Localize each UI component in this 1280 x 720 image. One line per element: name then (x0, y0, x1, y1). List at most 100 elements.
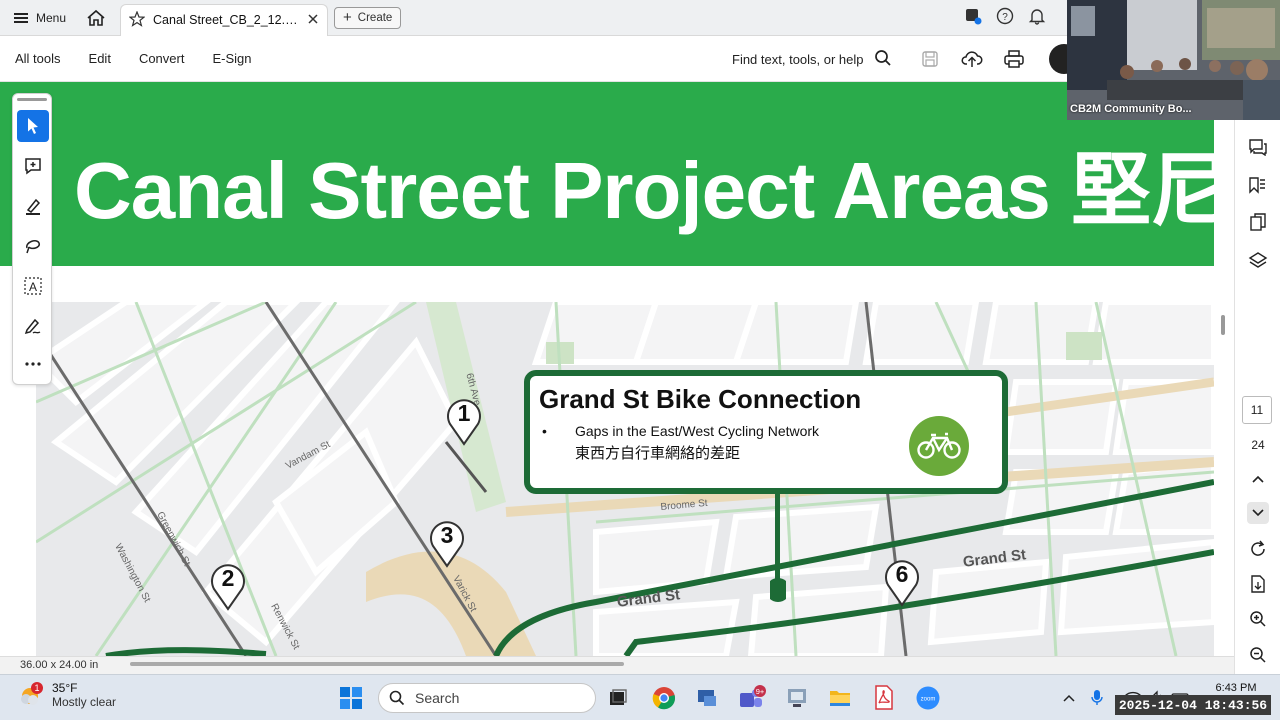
vertical-scrollbar[interactable] (1221, 315, 1225, 335)
help-icon[interactable]: ? (996, 7, 1014, 30)
recording-datestamp: 2025-12-04 18:43:56 (1115, 695, 1271, 715)
pin-number: 1 (457, 400, 471, 426)
close-icon[interactable] (307, 13, 319, 28)
microphone-icon[interactable] (1082, 683, 1112, 713)
menu-button[interactable]: Menu (0, 0, 80, 36)
remote-desktop-icon[interactable] (692, 683, 722, 713)
svg-text:A: A (29, 280, 37, 294)
rotate-icon[interactable] (1247, 538, 1269, 560)
acrobat-window: Menu Canal Street_CB_2_12.0... + Create … (0, 0, 1280, 720)
svg-text:zoom: zoom (921, 697, 936, 703)
toolbar-edit[interactable]: Edit (75, 51, 125, 66)
right-panel-rail: 11 24 (1234, 118, 1280, 674)
pin-number: 2 (221, 565, 235, 591)
more-tools-icon[interactable] (17, 348, 49, 380)
svg-text:1: 1 (34, 683, 39, 693)
windows-start-icon[interactable] (336, 683, 366, 713)
map-pin-6: 6 (883, 555, 921, 607)
create-label: Create (357, 11, 393, 24)
quick-tools-rail: A (12, 93, 52, 385)
pages-icon[interactable] (1247, 212, 1269, 234)
status-bar: 36.00 x 24.00 in (0, 656, 1234, 674)
svg-text:?: ? (1002, 12, 1008, 23)
create-button[interactable]: + Create (334, 6, 402, 29)
chevron-down-icon[interactable] (1247, 502, 1269, 524)
tab-bar-icons: ? (964, 0, 1046, 36)
zoom-app-icon[interactable]: zoom (913, 683, 943, 713)
bell-icon[interactable] (1028, 7, 1046, 30)
taskbar-search[interactable]: Search (378, 683, 596, 713)
chrome-icon[interactable] (649, 683, 679, 713)
document-view[interactable]: Canal Street Project Areas 堅尼街 6th Ave V… (0, 82, 1234, 656)
callout-connector (770, 488, 786, 602)
search-icon (874, 49, 892, 70)
title-banner: Canal Street Project Areas 堅尼街 (0, 82, 1214, 266)
weather-desc: Mostly clear (52, 695, 117, 709)
add-comment-icon[interactable] (17, 150, 49, 182)
taskbar-search-label: Search (415, 690, 460, 706)
save-icon[interactable] (920, 36, 940, 82)
windows-taskbar: 1 35°F Mostly clear Search 9+ zoom 6:43 … (0, 674, 1280, 720)
drag-handle[interactable] (17, 98, 47, 101)
weather-widget[interactable]: 1 35°F Mostly clear (18, 681, 116, 709)
tab-title: Canal Street_CB_2_12.0... (153, 13, 300, 27)
meeting-video-thumbnail[interactable]: CB2M Community Bo... (1067, 0, 1280, 120)
comments-icon[interactable] (1247, 136, 1269, 158)
banner-spacer (0, 266, 1214, 302)
chevron-up-tray-icon[interactable] (1054, 683, 1084, 713)
callout-grand-st: Grand St Bike Connection • Gaps in the E… (524, 370, 1008, 494)
temperature: 35°F (52, 681, 78, 695)
zoom-out-icon[interactable] (1247, 644, 1269, 666)
task-view-icon[interactable] (603, 683, 633, 713)
map-pin-1: 1 (445, 394, 483, 446)
find-tools[interactable]: Find text, tools, or help (732, 36, 892, 82)
layers-icon[interactable] (1247, 250, 1269, 272)
meeting-room-image (1067, 0, 1280, 120)
weather-moon-icon: 1 (21, 682, 43, 705)
map-pin-2: 2 (209, 559, 247, 611)
find-label: Find text, tools, or help (732, 51, 864, 67)
hamburger-icon (14, 12, 28, 23)
callout-text-zh: 東西方自行車網絡的差距 (575, 445, 741, 462)
svg-text:9+: 9+ (756, 687, 765, 696)
select-tool-icon[interactable] (17, 110, 49, 142)
draw-icon[interactable] (17, 230, 49, 262)
banner-title: Canal Street Project Areas 堅尼街 (74, 146, 1214, 235)
search-icon (389, 690, 405, 706)
highlight-icon[interactable] (17, 190, 49, 222)
extract-page-icon[interactable] (1247, 573, 1269, 595)
teams-icon[interactable]: 9+ (736, 683, 766, 713)
acrobat-icon[interactable] (869, 683, 899, 713)
tab-document[interactable]: Canal Street_CB_2_12.0... (120, 3, 329, 36)
bookmarks-icon[interactable] (1247, 174, 1269, 196)
star-icon[interactable] (128, 9, 146, 30)
home-icon[interactable] (80, 0, 112, 36)
page-size-label: 36.00 x 24.00 in (20, 659, 99, 671)
current-page-input[interactable]: 11 (1242, 396, 1272, 424)
meeting-name-label: CB2M Community Bo... (1070, 103, 1192, 115)
text-box-icon[interactable]: A (17, 270, 49, 302)
toolbar-esign[interactable]: E-Sign (198, 51, 265, 66)
toolbar-convert[interactable]: Convert (125, 51, 199, 66)
callout-bullet: • (542, 423, 547, 439)
cloud-upload-icon[interactable] (961, 36, 983, 82)
menu-label: Menu (36, 10, 67, 25)
sign-icon[interactable] (17, 310, 49, 342)
print-icon[interactable] (1003, 36, 1025, 82)
plus-icon: + (343, 9, 352, 26)
pin-number: 6 (895, 561, 909, 587)
network-tool-icon[interactable] (782, 683, 812, 713)
taskbar-clock[interactable]: 6:43 PM (1196, 682, 1276, 694)
toolbar-all-tools[interactable]: All tools (0, 51, 75, 66)
callout-text-en: Gaps in the East/West Cycling Network (575, 423, 820, 439)
pin-number: 3 (440, 522, 454, 548)
chevron-up-icon[interactable] (1247, 468, 1269, 490)
total-pages: 24 (1251, 438, 1265, 452)
apps-icon[interactable] (964, 7, 982, 30)
zoom-in-icon[interactable] (1247, 608, 1269, 630)
bicycle-icon (909, 416, 969, 476)
callout-title: Grand St Bike Connection (539, 384, 862, 414)
horizontal-scrollbar[interactable] (130, 662, 624, 666)
map-pin-3: 3 (428, 516, 466, 568)
file-explorer-icon[interactable] (825, 683, 855, 713)
